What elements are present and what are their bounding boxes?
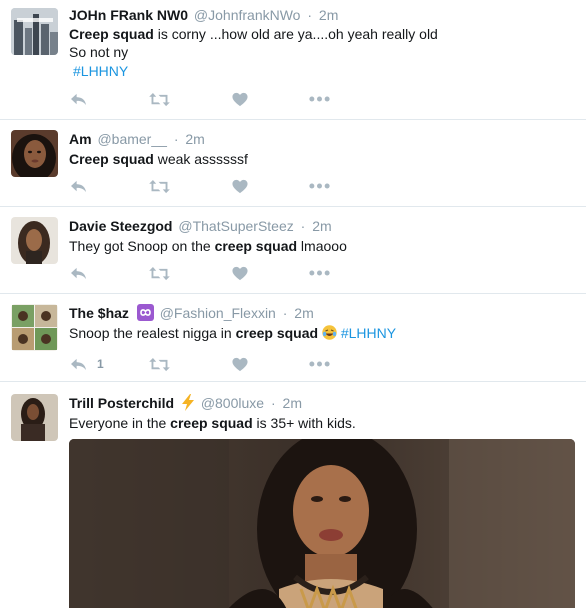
reply-button[interactable] (69, 89, 88, 109)
more-icon (309, 183, 330, 189)
tweet-header: Am @bamer__ · 2m (69, 130, 576, 148)
separator: · (282, 305, 288, 321)
more-button[interactable] (309, 176, 330, 196)
timestamp[interactable]: 2m (319, 7, 338, 23)
tweet-text-line: #LHHNY (69, 62, 576, 80)
separator: · (270, 395, 276, 411)
retweet-icon (149, 92, 170, 107)
like-button[interactable] (232, 89, 248, 109)
tweet-text-part: is 35+ with kids. (252, 415, 356, 431)
timestamp[interactable]: 2m (283, 395, 302, 411)
tweet-text: Snoop the realest nigga in creep squad #… (69, 324, 576, 342)
heart-icon (232, 92, 248, 107)
highlighted-term: creep squad (170, 415, 253, 431)
avatar[interactable] (11, 304, 58, 351)
user-handle[interactable]: @bamer__ (97, 131, 166, 147)
tweet-feed: JOHn FRank NW0 @JohnfrankNWo · 2m Creep … (0, 0, 586, 608)
separator: · (173, 131, 179, 147)
more-button[interactable] (309, 89, 330, 109)
tweet-actions (69, 176, 369, 196)
lightning-icon (181, 394, 195, 415)
user-fullname[interactable]: Am (69, 131, 92, 147)
reply-count: 1 (97, 357, 104, 371)
avatar[interactable] (11, 217, 58, 264)
heart-icon (232, 266, 248, 281)
tweet-header: Trill Posterchild @800luxe · 2m (69, 394, 576, 412)
laughing-emoji-icon (322, 325, 337, 340)
tweet-actions: 1 (69, 354, 369, 374)
user-fullname[interactable]: The $haz (69, 305, 129, 321)
reply-button[interactable] (69, 263, 88, 283)
user-handle[interactable]: @800luxe (201, 395, 264, 411)
tweet-header: The $haz @Fashion_Flexxin · 2m (69, 304, 576, 322)
user-handle[interactable]: @JohnfrankNWo (194, 7, 301, 23)
tweet-text-line: Creep squad is corny ...how old are ya..… (69, 25, 576, 43)
tweet-text: Creep squad weak assssssf (69, 150, 576, 168)
retweet-icon (149, 179, 170, 194)
tweet-text-part: Snoop the realest nigga in (69, 325, 236, 341)
timestamp[interactable]: 2m (185, 131, 204, 147)
retweet-button[interactable] (149, 354, 170, 374)
like-button[interactable] (232, 176, 248, 196)
tweet-text: Creep squad is corny ...how old are ya..… (69, 25, 576, 80)
user-handle[interactable]: @ThatSuperSteez (178, 218, 293, 234)
highlighted-term: Creep squad (69, 151, 154, 167)
heart-icon (232, 357, 248, 372)
tweet-text: They got Snoop on the creep squad lmaooo (69, 237, 576, 255)
reply-icon (69, 357, 88, 372)
avatar[interactable] (11, 130, 58, 177)
tweet-actions (69, 263, 369, 283)
tweet-text-part: is corny ...how old are ya....oh yeah re… (153, 26, 438, 42)
zodiac-icon (136, 304, 154, 321)
hashtag-link[interactable]: #LHHNY (73, 63, 128, 79)
tweet-text-part: They got Snoop on the (69, 238, 215, 254)
more-icon (309, 96, 330, 102)
tweet-text: Everyone in the creep squad is 35+ with … (69, 414, 576, 432)
hashtag-link[interactable]: #LHHNY (341, 325, 396, 341)
heart-icon (232, 179, 248, 194)
reply-button[interactable] (69, 176, 88, 196)
highlighted-term: creep squad (235, 325, 319, 341)
tweet-text-part: weak assssssf (153, 151, 248, 167)
tweet[interactable]: Am @bamer__ · 2m Creep squad weak asssss… (0, 120, 586, 207)
tweet-header: Davie Steezgod @ThatSuperSteez · 2m (69, 217, 576, 235)
retweet-button[interactable] (149, 89, 170, 109)
user-fullname[interactable]: Davie Steezgod (69, 218, 172, 234)
tweet-text-line: So not ny (69, 44, 129, 60)
avatar[interactable] (11, 8, 58, 55)
user-fullname[interactable]: Trill Posterchild (69, 395, 174, 411)
avatar[interactable] (11, 394, 58, 441)
retweet-icon (149, 357, 170, 372)
retweet-button[interactable] (149, 263, 170, 283)
more-icon (309, 361, 330, 367)
more-button[interactable] (309, 263, 330, 283)
tweet[interactable]: Trill Posterchild @800luxe · 2m Everyone… (0, 382, 586, 608)
tweet[interactable]: The $haz @Fashion_Flexxin · 2m Snoop the… (0, 294, 586, 382)
tweet[interactable]: JOHn FRank NW0 @JohnfrankNWo · 2m Creep … (0, 0, 586, 120)
tweet-header: JOHn FRank NW0 @JohnfrankNWo · 2m (69, 6, 576, 24)
tweet-media-image[interactable] (69, 439, 575, 608)
tweet-text-part: Everyone in the (69, 415, 171, 431)
reply-icon (69, 266, 88, 281)
more-icon (309, 270, 330, 276)
tweet-actions (69, 89, 369, 109)
user-handle[interactable]: @Fashion_Flexxin (160, 305, 276, 321)
retweet-icon (149, 266, 170, 281)
tweet[interactable]: Davie Steezgod @ThatSuperSteez · 2m They… (0, 207, 586, 294)
reply-icon (69, 179, 88, 194)
like-button[interactable] (232, 263, 248, 283)
highlighted-term: Creep squad (69, 26, 154, 42)
timestamp[interactable]: 2m (294, 305, 313, 321)
more-button[interactable] (309, 354, 330, 374)
timestamp[interactable]: 2m (312, 218, 331, 234)
highlighted-term: creep squad (214, 238, 298, 254)
reply-icon (69, 92, 88, 107)
tweet-text-part: lmaooo (297, 238, 347, 254)
reply-button[interactable]: 1 (69, 354, 104, 374)
separator: · (300, 218, 306, 234)
user-fullname[interactable]: JOHn FRank NW0 (69, 7, 188, 23)
like-button[interactable] (232, 354, 248, 374)
separator: · (307, 7, 313, 23)
retweet-button[interactable] (149, 176, 170, 196)
